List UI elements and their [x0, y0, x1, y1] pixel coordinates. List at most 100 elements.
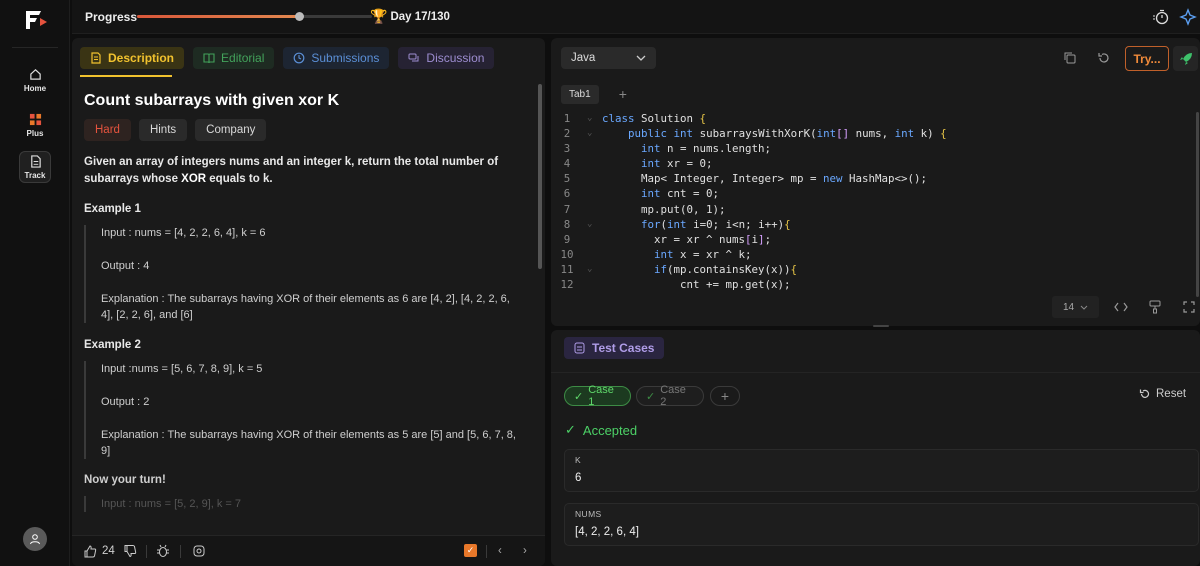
app-logo[interactable] [23, 8, 49, 32]
book-icon [203, 53, 215, 64]
reset-code-icon[interactable] [1097, 51, 1111, 65]
input-value[interactable]: [4, 2, 2, 6, 4] [575, 526, 639, 538]
fold-chevron-icon[interactable]: ⌄ [587, 111, 592, 126]
code-line[interactable]: 2 ⌄ public int subarraysWithXorK(int[] nu… [551, 126, 1200, 141]
code-text: for(int i=0; i<n; i++){ [641, 217, 791, 231]
thumbs-up-icon [84, 544, 97, 557]
editor-tab[interactable]: Tab1 [561, 84, 599, 104]
copy-icon[interactable] [1063, 51, 1077, 65]
add-tab-icon[interactable]: + [619, 86, 627, 102]
top-bar: Progress 🏆 Day 17/130 [72, 0, 1200, 34]
problem-scrollbar[interactable] [538, 84, 542, 269]
code-line[interactable]: 9 xr = xr ^ nums[i]; [551, 232, 1200, 247]
statement-text-end: equals to k. [206, 173, 273, 185]
track-doc-icon [30, 154, 41, 168]
prev-arrow-icon[interactable]: ‹ [498, 544, 502, 558]
try-button[interactable]: Try... [1125, 46, 1169, 71]
line-number: 9 [563, 232, 571, 246]
input-nums-box: NUMS [4, 2, 2, 6, 4] [564, 503, 1199, 546]
code-line[interactable]: 5 Map< Integer, Integer> mp = new HashMa… [551, 171, 1200, 186]
resize-handle[interactable] [873, 325, 889, 327]
fullscreen-icon[interactable] [1178, 296, 1200, 318]
code-line[interactable]: 3 int n = nums.length; [551, 141, 1200, 156]
chevron-down-icon [636, 55, 646, 61]
nav-item-home[interactable]: Home [10, 63, 60, 97]
example-title: Example 1 [84, 203, 141, 215]
next-arrow-icon[interactable]: › [523, 544, 527, 558]
settings-spark-icon[interactable] [1179, 8, 1197, 26]
statement-bold: XOR [181, 173, 207, 185]
tab-label: Discussion [426, 51, 485, 65]
nav-item-plus[interactable]: Plus [10, 108, 60, 142]
test-cases-tab[interactable]: Test Cases [564, 337, 665, 359]
clock-icon [293, 52, 305, 64]
completed-checkbox[interactable]: ✓ [464, 544, 477, 557]
plus-grid-icon [29, 113, 41, 125]
tab-editorial[interactable]: Editorial [193, 47, 275, 69]
example-input: Input : nums = [4, 2, 2, 6, 4], k = 6 [101, 227, 266, 239]
user-avatar[interactable] [23, 527, 47, 551]
editor-tabs: Tab1 + [561, 84, 627, 104]
tab-description[interactable]: Description [80, 47, 185, 69]
share-icon[interactable] [192, 544, 206, 558]
tab-discussion[interactable]: Discussion [398, 47, 495, 69]
header-divider [551, 372, 1200, 373]
test-cases-panel: Test Cases ✓ Case 1 ✓ Case 2 + Reset ✓ A… [551, 330, 1200, 566]
input-value[interactable]: 6 [575, 472, 581, 484]
code-line[interactable]: 10 int x = xr ^ k; [551, 247, 1200, 262]
status-text: Accepted [582, 422, 638, 438]
nav-item-track[interactable]: Track [19, 151, 51, 183]
code-line[interactable]: 7 mp.put(0, 1); [551, 202, 1200, 217]
thumbs-down-icon[interactable] [124, 544, 137, 558]
language-select[interactable]: Java [561, 47, 656, 69]
code-line[interactable]: 6 int cnt = 0; [551, 186, 1200, 201]
fold-chevron-icon[interactable]: ⌄ [587, 262, 592, 277]
case-1-tab[interactable]: ✓ Case 1 [564, 384, 631, 408]
font-size-select[interactable]: 14 [1052, 296, 1099, 318]
line-number: 8 [563, 217, 571, 231]
hints-chip[interactable]: Hints [138, 119, 188, 141]
test-list-icon [574, 342, 585, 354]
reset-button[interactable]: Reset [1139, 388, 1186, 400]
code-editor: Java Try... Tab1 + 1 ⌄ class Solution {2 ⌄ … [551, 38, 1200, 326]
check-icon: ✓ [574, 390, 584, 403]
add-case-button[interactable]: + [710, 386, 740, 406]
nav-label-plus: Plus [26, 128, 44, 138]
reset-label: Reset [1156, 388, 1187, 400]
fold-chevron-icon[interactable]: ⌄ [587, 126, 592, 141]
submit-button[interactable] [1173, 46, 1198, 71]
format-code-icon[interactable] [1110, 296, 1132, 318]
code-line[interactable]: 4 int xr = 0; [551, 156, 1200, 171]
case-2-tab[interactable]: ✓ Case 2 [636, 384, 704, 408]
code-text: public int subarraysWithXorK(int[] nums,… [628, 127, 947, 141]
problem-content: Count subarrays with given xor K Hard Hi… [84, 92, 524, 512]
problem-chips: Hard Hints Company [84, 119, 524, 141]
test-cases-label: Test Cases [592, 341, 655, 355]
progress-knob[interactable] [295, 12, 305, 21]
result-status: ✓ Accepted [565, 422, 637, 438]
editor-scrollbar[interactable] [1196, 112, 1199, 297]
code-text: int n = nums.length; [641, 142, 772, 156]
code-line[interactable]: 1 ⌄ class Solution { [551, 111, 1200, 126]
code-line[interactable]: 11 ⌄ if(mp.containsKey(x)){ [551, 262, 1200, 277]
your-turn-input: Input : nums = [5, 2, 9], k = 7 [101, 498, 242, 510]
home-icon [29, 68, 41, 80]
code-text: int cnt = 0; [641, 187, 720, 201]
document-icon [91, 52, 101, 64]
code-area[interactable]: 1 ⌄ class Solution {2 ⌄ public int subarray… [551, 111, 1200, 292]
code-line[interactable]: 12 cnt += mp.get(x); [551, 277, 1200, 292]
difficulty-chip: Hard [84, 119, 131, 141]
paint-brush-icon[interactable] [1144, 296, 1166, 318]
rail-divider [12, 47, 58, 48]
timer-icon[interactable] [1152, 8, 1170, 26]
check-icon: ✓ [646, 390, 656, 403]
fold-chevron-icon[interactable]: ⌄ [587, 217, 592, 232]
tab-submissions[interactable]: Submissions [283, 47, 390, 69]
code-text: int xr = 0; [641, 157, 713, 171]
like-button[interactable]: 24 [84, 544, 115, 558]
input-label: K [575, 455, 582, 465]
example-block: Input :nums = [5, 6, 7, 8, 9], k = 5 Out… [84, 361, 524, 459]
code-line[interactable]: 8 ⌄ for(int i=0; i<n; i++){ [551, 217, 1200, 232]
bug-report-icon[interactable] [156, 544, 170, 558]
company-chip[interactable]: Company [195, 119, 267, 141]
